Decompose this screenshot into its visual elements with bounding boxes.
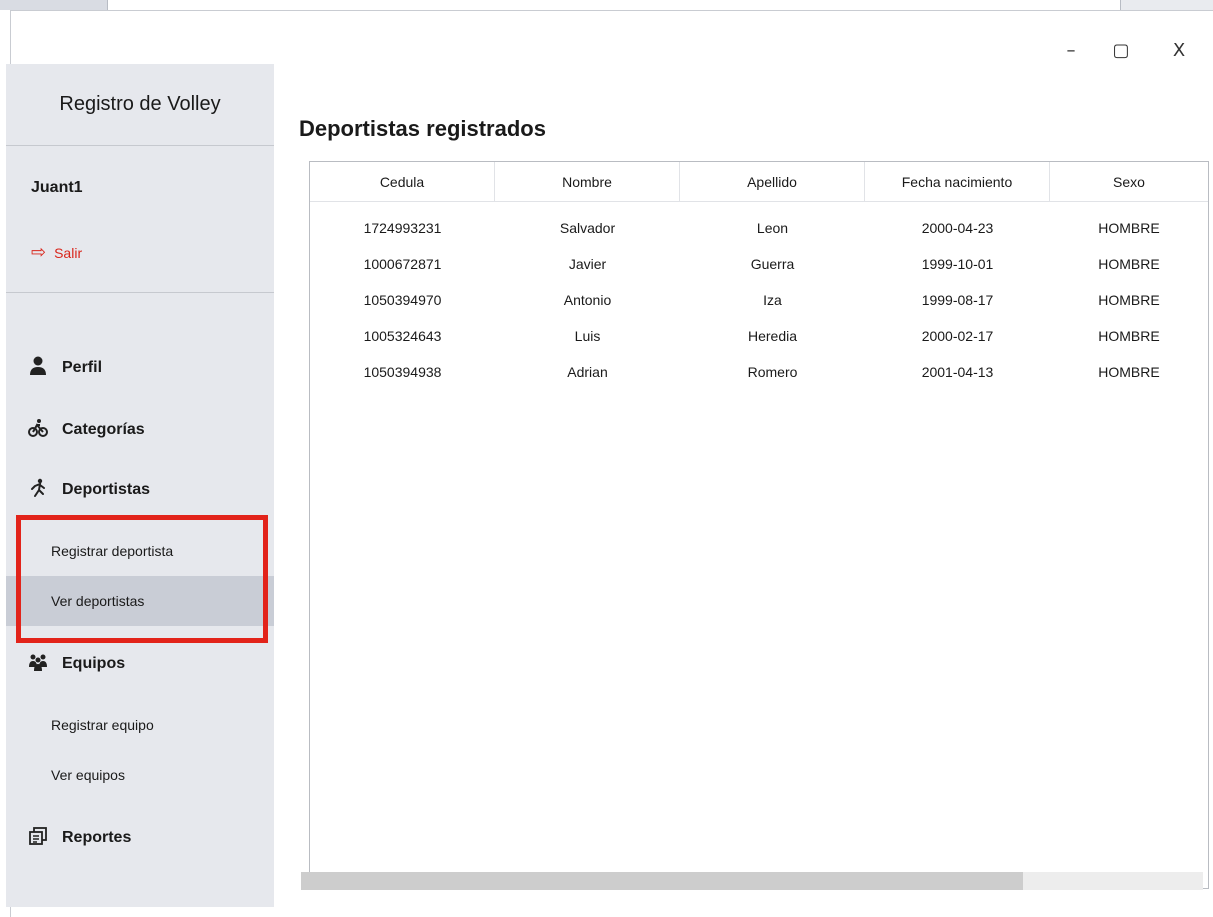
cell-cedula: 1724993231 — [363, 220, 442, 236]
cell-apellido: Romero — [747, 364, 798, 380]
cell-fecha-nacimiento: 2000-02-17 — [921, 328, 994, 344]
cell-sexo: HOMBRE — [1098, 292, 1160, 308]
cell-nombre: Javier — [568, 256, 607, 272]
sidebar-item-label: Categorías — [62, 421, 145, 438]
sidebar-subitem-registrar-deportista[interactable]: Registrar deportista — [6, 526, 274, 576]
report-icon — [28, 826, 48, 851]
username-label: Juant1 — [31, 179, 83, 196]
sidebar-subitem-ver-deportistas[interactable]: Ver deportistas — [6, 576, 274, 626]
horizontal-scrollbar[interactable] — [301, 872, 1203, 890]
sidebar-subitem-registrar-equipo[interactable]: Registrar equipo — [6, 700, 274, 750]
close-button[interactable]: X — [1159, 35, 1199, 67]
cell-sexo: HOMBRE — [1098, 364, 1160, 380]
table-body: 1724993231 Salvador Leon 2000-04-23 HOMB… — [310, 210, 1208, 390]
column-header-sexo[interactable]: Sexo — [1050, 162, 1208, 202]
column-header-fecha-nacimiento[interactable]: Fecha nacimiento — [865, 162, 1050, 202]
sidebar-item-equipos[interactable]: Equipos — [6, 640, 274, 688]
sidebar-item-label: Perfil — [62, 359, 103, 376]
table-row[interactable]: 1000672871 Javier Guerra 1999-10-01 HOMB… — [310, 246, 1208, 282]
team-icon — [28, 652, 48, 677]
cell-sexo: HOMBRE — [1098, 220, 1160, 236]
cell-nombre: Adrian — [567, 364, 608, 380]
cell-sexo: HOMBRE — [1098, 328, 1160, 344]
cell-apellido: Iza — [763, 292, 782, 308]
sidebar-item-categorias[interactable]: Categorías — [6, 406, 274, 454]
running-person-icon — [28, 478, 48, 503]
cell-nombre: Luis — [574, 328, 601, 344]
scrollbar-thumb[interactable] — [301, 872, 1023, 890]
sidebar-divider — [6, 292, 274, 293]
sidebar-subitem-ver-equipos[interactable]: Ver equipos — [6, 750, 274, 800]
table-row[interactable]: 1724993231 Salvador Leon 2000-04-23 HOMB… — [310, 210, 1208, 246]
sidebar-item-label: Equipos — [62, 655, 126, 672]
cell-apellido: Guerra — [750, 256, 795, 272]
top-strip — [0, 0, 1213, 10]
cell-fecha-nacimiento: 2001-04-13 — [921, 364, 994, 380]
logout-icon: ⇨ — [31, 242, 47, 263]
logout-link[interactable]: ⇨ Salir — [31, 242, 82, 263]
column-header-cedula[interactable]: Cedula — [310, 162, 495, 202]
page-title: Deportistas registrados — [299, 116, 546, 141]
table-header: Cedula Nombre Apellido Fecha nacimiento … — [310, 162, 1208, 202]
sidebar-item-deportistas[interactable]: Deportistas — [6, 466, 274, 514]
background-tab-right — [1120, 0, 1213, 10]
sidebar-item-perfil[interactable]: Perfil — [6, 344, 274, 392]
table-row[interactable]: 1005324643 Luis Heredia 2000-02-17 HOMBR… — [310, 318, 1208, 354]
cell-fecha-nacimiento: 1999-08-17 — [921, 292, 994, 308]
maximize-button[interactable]: ▢ — [1101, 35, 1141, 67]
background-tab-left — [0, 0, 108, 10]
cell-apellido: Leon — [756, 220, 789, 236]
logout-label: Salir — [54, 244, 83, 261]
cell-sexo: HOMBRE — [1098, 256, 1160, 272]
cell-cedula: 1005324643 — [363, 328, 442, 344]
sidebar: Registro de Volley Juant1 ⇨ Salir Perfil… — [6, 64, 274, 907]
cell-nombre: Antonio — [563, 292, 612, 308]
table-row[interactable]: 1050394970 Antonio Iza 1999-08-17 HOMBRE — [310, 282, 1208, 318]
cell-cedula: 1050394938 — [363, 364, 442, 380]
cell-cedula: 1000672871 — [363, 256, 442, 272]
minimize-button[interactable]: – — [1051, 35, 1091, 67]
bicycle-icon — [28, 418, 48, 443]
sidebar-item-label: Reportes — [62, 829, 132, 846]
sidebar-item-reportes[interactable]: Reportes — [6, 814, 274, 862]
sidebar-item-label: Deportistas — [62, 481, 151, 498]
cell-fecha-nacimiento: 2000-04-23 — [921, 220, 994, 236]
cell-apellido: Heredia — [747, 328, 798, 344]
cell-nombre: Salvador — [559, 220, 616, 236]
cell-cedula: 1050394970 — [363, 292, 442, 308]
athletes-table: Cedula Nombre Apellido Fecha nacimiento … — [309, 161, 1209, 889]
app-title: Registro de Volley — [6, 64, 274, 146]
column-header-apellido[interactable]: Apellido — [680, 162, 865, 202]
cell-fecha-nacimiento: 1999-10-01 — [921, 256, 994, 272]
column-header-nombre[interactable]: Nombre — [495, 162, 680, 202]
user-icon — [28, 356, 48, 381]
table-row[interactable]: 1050394938 Adrian Romero 2001-04-13 HOMB… — [310, 354, 1208, 390]
